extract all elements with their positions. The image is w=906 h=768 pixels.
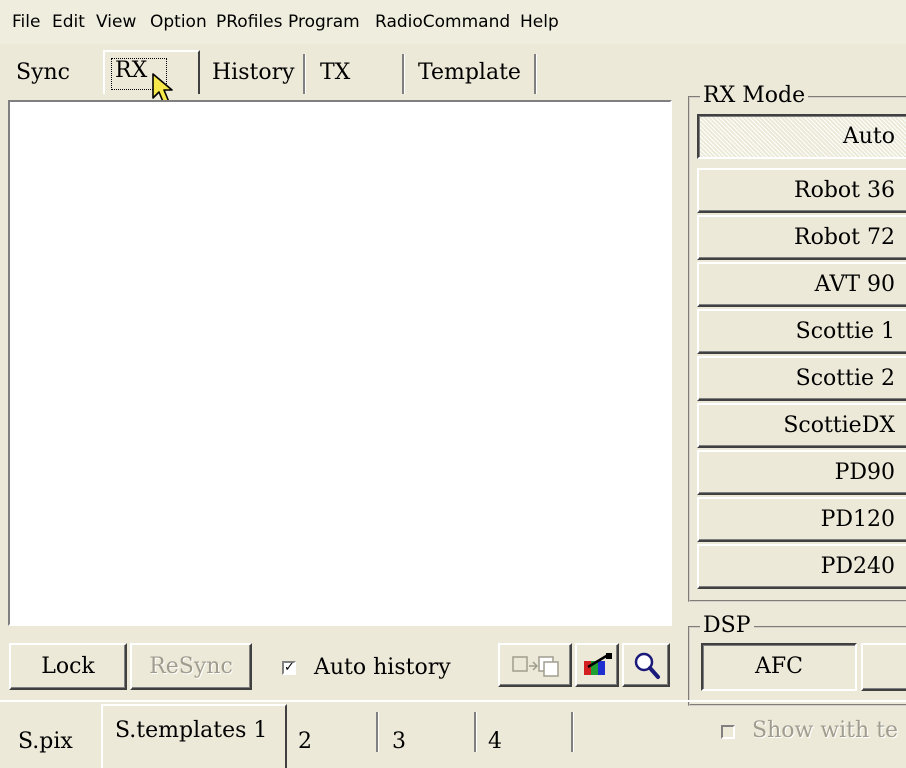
copy-button[interactable] (498, 643, 572, 687)
mode-robot72-label: Robot 72 (794, 225, 895, 250)
afc-label: AFC (755, 654, 803, 679)
menu-bar: File Edit View Option PRofiles Program R… (0, 0, 906, 44)
tab-history[interactable]: History (212, 58, 295, 88)
menu-program[interactable]: Program (288, 12, 360, 32)
mode-pd120-label: PD120 (820, 507, 895, 532)
copy-icon (512, 656, 559, 677)
mode-pd120-button[interactable]: PD120 (697, 497, 906, 542)
bottom-tab-spix[interactable]: S.pix (18, 727, 73, 757)
tab-divider (376, 712, 379, 752)
tab-divider (534, 54, 537, 94)
mode-scottie1-button[interactable]: Scottie 1 (697, 309, 906, 354)
auto-history-label: Auto history (314, 655, 451, 680)
menu-edit[interactable]: Edit (52, 12, 85, 32)
mode-auto-button[interactable]: Auto (697, 114, 906, 159)
rx-image-canvas[interactable] (8, 100, 672, 626)
mode-scottie1-label: Scottie 1 (795, 319, 895, 344)
lock-label: Lock (41, 654, 95, 679)
lock-button[interactable]: Lock (9, 643, 127, 690)
bottom-tab-stemplates1-label: S.templates 1 (115, 718, 268, 743)
mode-scottie2-label: Scottie 2 (795, 366, 895, 391)
bottom-tab-stemplates1[interactable]: S.templates 1 (101, 704, 287, 768)
menu-profiles[interactable]: PRofiles (216, 12, 282, 32)
menu-file[interactable]: File (12, 12, 40, 32)
mode-avt90-button[interactable]: AVT 90 (697, 262, 906, 307)
dsp-title: DSP (700, 614, 754, 638)
mode-avt90-label: AVT 90 (814, 272, 895, 297)
menu-view[interactable]: View (96, 12, 136, 32)
color-button[interactable] (575, 643, 619, 687)
mode-scottie2-button[interactable]: Scottie 2 (697, 356, 906, 401)
mode-scottiedx-button[interactable]: ScottieDX (697, 403, 906, 448)
menu-help[interactable]: Help (520, 12, 559, 32)
color-palette-icon (584, 653, 612, 675)
dsp-option-button[interactable] (861, 643, 906, 691)
bottom-tab-2[interactable]: 2 (298, 727, 312, 757)
tab-divider (303, 54, 306, 94)
tab-template[interactable]: Template (418, 58, 521, 88)
mode-robot72-button[interactable]: Robot 72 (697, 215, 906, 260)
bottom-tab-4[interactable]: 4 (488, 727, 502, 757)
mode-robot36-label: Robot 36 (794, 178, 895, 203)
mode-robot36-button[interactable]: Robot 36 (697, 168, 906, 213)
tab-sync[interactable]: Sync (16, 58, 70, 88)
mode-pd90-label: PD90 (834, 460, 895, 485)
bottom-tab-3[interactable]: 3 (392, 727, 406, 757)
auto-history-checkbox[interactable]: ✓ (282, 661, 296, 675)
mode-scottiedx-label: ScottieDX (783, 413, 895, 438)
afc-button[interactable]: AFC (701, 643, 857, 691)
mode-pd240-label: PD240 (820, 554, 895, 579)
tab-rx-label: RX (115, 58, 148, 83)
rx-mode-title: RX Mode (700, 84, 809, 108)
bottom-tab-topline (0, 700, 906, 702)
resync-label: ReSync (149, 654, 233, 679)
tab-divider (474, 712, 477, 752)
show-with-text-checkbox[interactable] (721, 725, 735, 739)
mode-auto-label: Auto (842, 124, 895, 149)
tab-divider (402, 54, 405, 94)
mode-pd90-button[interactable]: PD90 (697, 450, 906, 495)
resync-button[interactable]: ReSync (130, 643, 252, 690)
menu-radiocommand[interactable]: RadioCommand (375, 12, 510, 32)
show-with-text-label: Show with te (752, 718, 899, 743)
tab-tx[interactable]: TX (320, 58, 350, 88)
magnifier-icon (634, 652, 660, 679)
mode-pd240-button[interactable]: PD240 (697, 544, 906, 589)
tab-divider (571, 712, 574, 752)
zoom-button[interactable] (622, 643, 670, 687)
menu-option[interactable]: Option (150, 12, 207, 32)
